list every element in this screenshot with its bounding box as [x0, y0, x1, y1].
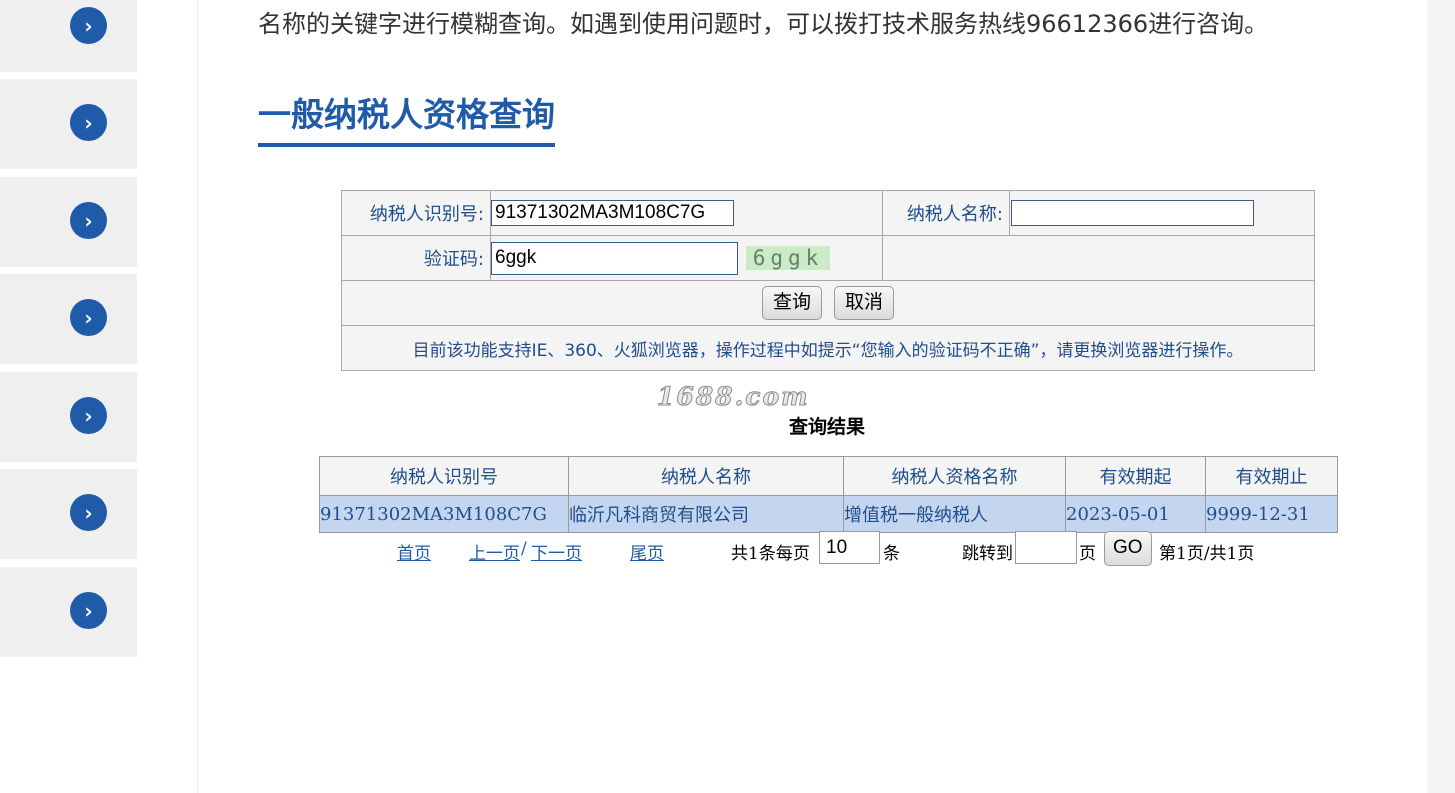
sidebar: › › › › › › ›	[0, 0, 137, 793]
next-page-link[interactable]: 下一页	[531, 539, 582, 564]
watermark: 1688.com	[657, 382, 810, 412]
title-underline	[258, 143, 555, 147]
cancel-button[interactable]: 取消	[834, 286, 895, 320]
gutter	[137, 0, 198, 793]
sidebar-item-7[interactable]: ›	[0, 567, 137, 657]
sidebar-item-5[interactable]: ›	[0, 372, 137, 462]
intro-text: 名称的关键字进行模糊查询。如遇到使用问题时，可以拨打技术服务热线96612366…	[258, 10, 1269, 38]
captcha-label: 验证码:	[341, 235, 491, 281]
chevron-right-icon: ›	[70, 104, 107, 141]
chevron-right-icon: ›	[70, 7, 107, 44]
sidebar-item-1[interactable]: ›	[0, 0, 137, 72]
col-header: 纳税人资格名称	[843, 456, 1066, 496]
empty-cell	[882, 235, 1315, 281]
browser-notice: 目前该功能支持IE、360、火狐浏览器，操作过程中如提示“您输入的验证码不正确”…	[341, 325, 1315, 371]
chevron-right-icon: ›	[70, 494, 107, 531]
total-label: 共1条每页	[731, 544, 810, 564]
col-header: 有效期起	[1065, 456, 1206, 496]
chevron-right-icon: ›	[70, 202, 107, 239]
table-row[interactable]: 91371302MA3M108C7G 临沂凡科商贸有限公司 增值税一般纳税人 2…	[319, 495, 1338, 533]
first-page-link[interactable]: 首页	[397, 539, 431, 564]
table-cell: 91371302MA3M108C7G	[319, 495, 569, 533]
right-margin	[1427, 0, 1455, 793]
page-size-input[interactable]	[819, 531, 880, 564]
chevron-right-icon: ›	[70, 592, 107, 629]
pager-separator: /	[521, 539, 527, 559]
chevron-right-icon: ›	[70, 397, 107, 434]
button-row: 查询 取消	[341, 280, 1315, 326]
captcha-input[interactable]	[491, 241, 738, 275]
results-table: 纳税人识别号 纳税人名称 纳税人资格名称 有效期起 有效期止 91371302M…	[319, 456, 1338, 533]
page-title: 一般纳税人资格查询	[258, 95, 555, 134]
last-page-link[interactable]: 尾页	[630, 539, 664, 564]
go-button[interactable]: GO	[1104, 531, 1152, 566]
taxpayer-name-cell	[1009, 190, 1315, 236]
sidebar-item-2[interactable]: ›	[0, 79, 137, 169]
results-title: 查询结果	[789, 416, 866, 438]
captcha-cell: 6ggk	[490, 235, 883, 281]
query-form: 纳税人识别号: 纳税人名称: 验证码: 6ggk 查询取消	[341, 190, 1315, 371]
captcha-image[interactable]: 6ggk	[746, 246, 830, 270]
page-size-suffix: 条	[883, 544, 900, 564]
taxpayer-id-label: 纳税人识别号:	[341, 190, 491, 236]
taxpayer-name-label: 纳税人名称:	[882, 190, 1010, 236]
page-info: 第1页/共1页	[1159, 544, 1255, 564]
col-header: 纳税人名称	[568, 456, 844, 496]
table-cell: 2023-05-01	[1065, 495, 1206, 533]
pagination: 首页 上一页 / 下一页 尾页 共1条每页 条 跳转到 页 GO 第1页/共1页	[397, 531, 1297, 566]
taxpayer-id-input[interactable]	[491, 200, 734, 226]
table-header-row: 纳税人识别号 纳税人名称 纳税人资格名称 有效期起 有效期止	[319, 456, 1338, 496]
taxpayer-id-cell	[490, 190, 883, 236]
table-cell: 9999-12-31	[1205, 495, 1338, 533]
table-cell: 增值税一般纳税人	[843, 495, 1066, 533]
taxpayer-name-input[interactable]	[1011, 200, 1254, 226]
main-content: 名称的关键字进行模糊查询。如遇到使用问题时，可以拨打技术服务热线96612366…	[198, 0, 1427, 793]
sidebar-item-6[interactable]: ›	[0, 469, 137, 559]
page: › › › › › › › 名称的关键字进行模糊查询。如遇到使用问题时，可以拨打…	[0, 0, 1455, 793]
page-unit: 页	[1079, 544, 1096, 564]
sidebar-item-4[interactable]: ›	[0, 274, 137, 364]
chevron-right-icon: ›	[70, 299, 107, 336]
prev-page-link[interactable]: 上一页	[469, 539, 520, 564]
sidebar-item-3[interactable]: ›	[0, 177, 137, 267]
jump-label: 跳转到	[962, 544, 1013, 564]
col-header: 纳税人识别号	[319, 456, 569, 496]
query-button[interactable]: 查询	[761, 286, 822, 320]
col-header: 有效期止	[1205, 456, 1338, 496]
table-cell: 临沂凡科商贸有限公司	[568, 495, 844, 533]
jump-page-input[interactable]	[1015, 531, 1077, 564]
